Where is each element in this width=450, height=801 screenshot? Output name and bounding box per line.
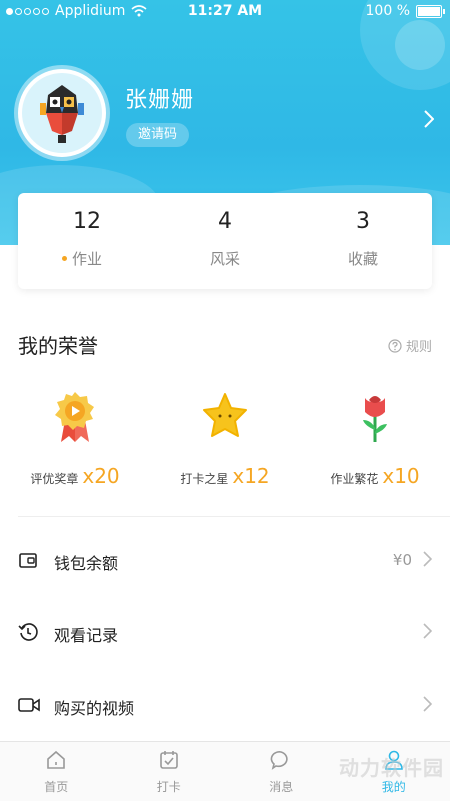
menu-label: 钱包余额	[54, 550, 118, 574]
chevron-right-icon	[423, 551, 432, 567]
tab-label: 消息	[225, 778, 338, 795]
chevron-right-icon	[423, 696, 432, 712]
battery-percent: 100 %	[366, 3, 410, 19]
home-icon	[45, 749, 67, 771]
tab-home[interactable]: 首页	[0, 742, 113, 801]
status-bar: Applidium 11:27 AM 100 %	[0, 0, 450, 24]
user-name: 张姗姗	[125, 82, 194, 114]
tab-messages[interactable]: 消息	[225, 742, 338, 801]
stat-homework[interactable]: 12 作业	[18, 193, 156, 289]
menu-history[interactable]: 观看记录	[0, 608, 450, 658]
chevron-right-icon	[423, 623, 432, 639]
stat-label: 作业	[72, 250, 102, 268]
honor-star[interactable]: 打卡之星 x12	[150, 390, 300, 488]
honor-count: x12	[232, 464, 269, 488]
flower-icon	[355, 390, 395, 444]
medal-icon	[53, 390, 97, 444]
tab-label: 首页	[0, 778, 113, 795]
wallet-icon	[18, 550, 38, 570]
history-icon	[18, 622, 38, 642]
avatar[interactable]	[18, 69, 106, 157]
invite-code-button[interactable]: 邀请码	[126, 123, 189, 147]
menu-label: 购买的视频	[54, 695, 134, 719]
stat-favorites[interactable]: 3 收藏	[294, 193, 432, 289]
section-divider	[18, 516, 450, 517]
message-icon	[270, 749, 292, 771]
honor-flower[interactable]: 作业繁花 x10	[300, 390, 450, 488]
honor-count: x20	[82, 464, 119, 488]
stat-style[interactable]: 4 风采	[156, 193, 294, 289]
stat-value: 3	[294, 209, 432, 234]
stat-value: 4	[156, 209, 294, 234]
stat-label: 收藏	[348, 250, 378, 268]
honor-count: x10	[382, 464, 419, 488]
menu-label: 观看记录	[54, 622, 118, 646]
honors-title: 我的荣誉	[18, 330, 98, 359]
chevron-right-icon[interactable]	[424, 110, 434, 128]
honor-medal[interactable]: 评优奖章 x20	[0, 390, 150, 488]
menu-wallet[interactable]: 钱包余额 ¥0	[0, 536, 450, 586]
watermark: 动力软件园	[339, 752, 444, 781]
rules-link[interactable]: 规则	[388, 336, 432, 355]
stat-label: 风采	[210, 250, 240, 268]
honor-label: 作业繁花	[330, 472, 378, 486]
tab-checkin[interactable]: 打卡	[113, 742, 226, 801]
active-dot-icon	[62, 256, 67, 261]
stats-card: 12 作业 4 风采 3 收藏	[18, 193, 432, 289]
checkin-icon	[158, 749, 180, 771]
wallet-balance: ¥0	[393, 551, 412, 569]
honor-label: 打卡之星	[180, 472, 228, 486]
battery-icon	[416, 5, 442, 18]
stat-value: 12	[18, 209, 156, 234]
question-circle-icon	[388, 339, 402, 353]
avatar-illustration	[22, 73, 102, 153]
menu-purchased-videos[interactable]: 购买的视频	[0, 681, 450, 731]
star-icon	[200, 390, 250, 444]
rules-label: 规则	[406, 336, 432, 355]
video-icon	[18, 695, 40, 715]
honor-label: 评优奖章	[30, 472, 78, 486]
honors-list: 评优奖章 x20 打卡之星 x12 作业繁花 x10	[0, 390, 450, 488]
tab-label: 打卡	[113, 778, 226, 795]
